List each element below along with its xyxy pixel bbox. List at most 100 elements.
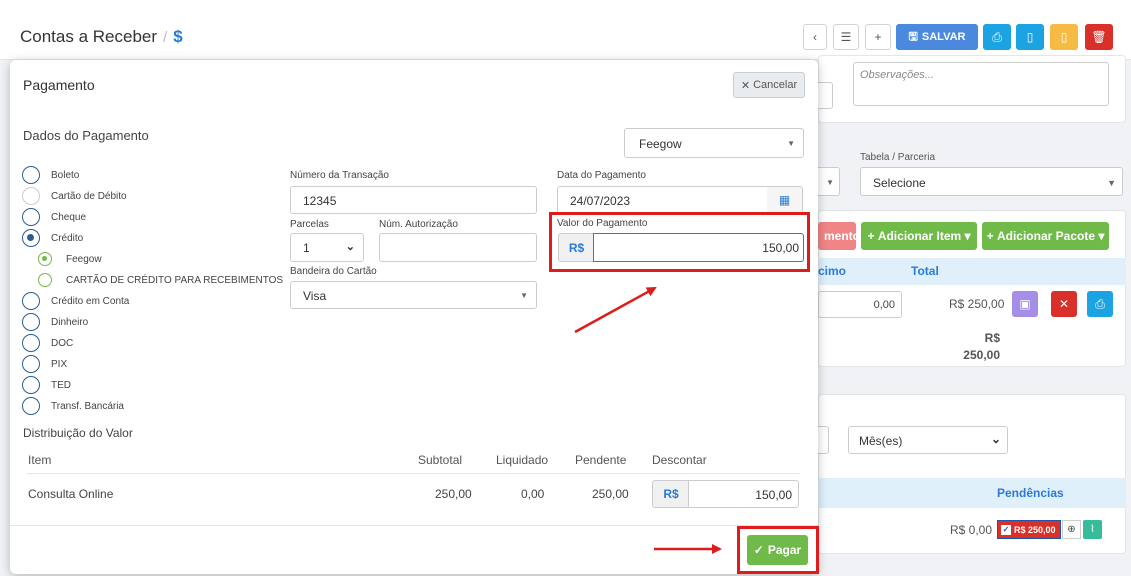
- modal-title: Pagamento: [23, 77, 95, 93]
- col-pendencias: Pendências: [997, 486, 1064, 500]
- printer-icon: ⎙: [992, 29, 1002, 44]
- back-button[interactable]: ‹: [803, 24, 827, 50]
- cancel-button[interactable]: ✕ Cancelar: [733, 72, 805, 98]
- num-autorizacao-label: Núm. Autorização: [379, 219, 458, 230]
- radio-circle: [22, 292, 40, 310]
- radio-cheque[interactable]: Cheque: [22, 208, 86, 226]
- radio-pix[interactable]: PIX: [22, 355, 67, 373]
- radio-label: Boleto: [51, 169, 80, 181]
- desconto-button[interactable]: mento: [818, 222, 860, 250]
- grand-total: R$ 250,00: [940, 330, 1000, 364]
- num-autorizacao-input[interactable]: [379, 233, 537, 262]
- data-pagamento-value: 24/07/2023: [570, 194, 631, 208]
- zoom-button[interactable]: ⊕: [1062, 520, 1081, 539]
- chevron-down-icon: ⌄: [345, 241, 355, 253]
- radio-circle: [22, 229, 40, 247]
- grand-total-currency: R$: [984, 331, 1000, 345]
- desconto-label: mento: [824, 229, 860, 243]
- paperclip-icon: ⌇: [1090, 524, 1095, 535]
- col-pendente: Pendente: [575, 453, 627, 467]
- plus-icon: +: [874, 30, 882, 44]
- parcelas-table-header: Pendências: [818, 478, 1126, 508]
- save-icon: 🖫: [908, 30, 918, 43]
- add-button[interactable]: +: [865, 24, 891, 50]
- pendencia-badge[interactable]: ✓ R$ 250,00: [997, 520, 1061, 539]
- radio-label: Feegow: [66, 253, 102, 265]
- radio-doc[interactable]: DOC: [22, 334, 73, 352]
- document-icon: ▯: [1060, 30, 1068, 44]
- bandeira-value: Visa: [303, 289, 327, 303]
- document-yellow-button[interactable]: ▯: [1050, 24, 1078, 50]
- radio-label: Crédito em Conta: [51, 295, 130, 307]
- table-divider: [27, 473, 800, 474]
- radio-circle: [22, 313, 40, 331]
- observacoes-textarea[interactable]: Observações...: [853, 62, 1109, 106]
- close-icon: ✕: [1058, 297, 1070, 311]
- radio-cartao-credito-recebimentos[interactable]: CARTÃO DE CRÉDITO PARA RECEBIMENTOS: [38, 273, 283, 287]
- radio-cartao-debito[interactable]: Cartão de Débito: [22, 187, 127, 205]
- chevron-left-icon: ‹: [813, 30, 817, 44]
- attach-button[interactable]: ⌇: [1083, 520, 1102, 539]
- title-separator: /: [163, 29, 168, 46]
- radio-label: Cartão de Débito: [51, 190, 127, 202]
- dist-item: Consulta Online: [28, 487, 114, 501]
- highlight-pagar: [737, 526, 819, 574]
- printer-icon: ⎙: [1095, 296, 1105, 311]
- save-button[interactable]: 🖫 SALVAR: [896, 24, 978, 50]
- radio-dinheiro[interactable]: Dinheiro: [22, 313, 88, 331]
- radio-circle: [22, 376, 40, 394]
- radio-label: Crédito: [51, 232, 84, 244]
- print-button[interactable]: ⎙: [983, 24, 1011, 50]
- radio-feegow[interactable]: Feegow: [38, 252, 102, 266]
- dist-subtotal: 250,00: [435, 487, 472, 501]
- remove-row-button[interactable]: ✕: [1051, 291, 1077, 317]
- trash-icon: 🗑: [1091, 30, 1107, 44]
- close-icon: ✕: [740, 79, 751, 92]
- gateway-select[interactable]: Feegow ▼: [624, 128, 804, 158]
- print-row-button[interactable]: ⎙: [1087, 291, 1113, 317]
- calendar-button[interactable]: ▦: [767, 186, 803, 214]
- parcelas-value: 1: [303, 241, 310, 255]
- col-item: Item: [28, 453, 52, 467]
- descontar-value: 150,00: [755, 488, 792, 502]
- document-button[interactable]: ▯: [1016, 24, 1044, 50]
- list-button[interactable]: ☰: [833, 24, 859, 50]
- footer-divider: [10, 525, 818, 526]
- checkbox-icon: ✓: [1001, 524, 1011, 535]
- acrescimo-input[interactable]: 0,00: [818, 291, 902, 318]
- numero-transacao-input[interactable]: 12345: [290, 186, 537, 214]
- calendar-icon: ▦: [778, 193, 791, 207]
- radio-transf-bancaria[interactable]: Transf. Bancária: [22, 397, 124, 415]
- radio-circle: [22, 355, 40, 373]
- chevron-down-icon: ⌄: [990, 432, 1001, 446]
- periodo-select[interactable]: Mês(es) ⌄: [848, 426, 1008, 454]
- col-descontar: Descontar: [652, 453, 707, 467]
- currency-symbol: R$: [663, 487, 679, 501]
- radio-credito-conta[interactable]: Crédito em Conta: [22, 292, 129, 310]
- gateway-value: Feegow: [639, 137, 682, 151]
- observacoes-placeholder: Observações...: [860, 69, 934, 81]
- periodo-value: Mês(es): [859, 434, 903, 448]
- purple-action-button[interactable]: ▣: [1012, 291, 1038, 317]
- caret-icon: ▼: [1107, 178, 1116, 188]
- adicionar-pacote-button[interactable]: + Adicionar Pacote ▾: [982, 222, 1109, 250]
- pagamento-modal: Pagamento ✕ Cancelar Dados do Pagamento F…: [10, 60, 818, 574]
- adicionar-item-button[interactable]: + Adicionar Item ▾: [861, 222, 977, 250]
- numero-transacao-value: 12345: [303, 194, 337, 208]
- bandeira-select[interactable]: Visa ▼: [290, 281, 537, 309]
- money-icon: ▣: [1019, 297, 1031, 311]
- data-pagamento-label: Data do Pagamento: [557, 170, 646, 181]
- parcelas-select[interactable]: 1 ⌄: [290, 233, 364, 262]
- save-label: SALVAR: [921, 31, 966, 43]
- radio-ted[interactable]: TED: [22, 376, 71, 394]
- delete-button[interactable]: 🗑: [1085, 24, 1113, 50]
- radio-label: PIX: [51, 358, 68, 370]
- tabela-select[interactable]: Selecione ▼: [860, 167, 1123, 196]
- data-pagamento-input[interactable]: 24/07/2023: [557, 186, 768, 214]
- grand-total-value: 250,00: [963, 348, 1000, 362]
- descontar-currency-addon: R$: [652, 480, 689, 508]
- radio-boleto[interactable]: Boleto: [22, 166, 79, 184]
- radio-credito[interactable]: Crédito: [22, 229, 83, 247]
- radio-label: CARTÃO DE CRÉDITO PARA RECEBIMENTOS: [66, 274, 284, 286]
- descontar-input[interactable]: 150,00: [688, 480, 799, 508]
